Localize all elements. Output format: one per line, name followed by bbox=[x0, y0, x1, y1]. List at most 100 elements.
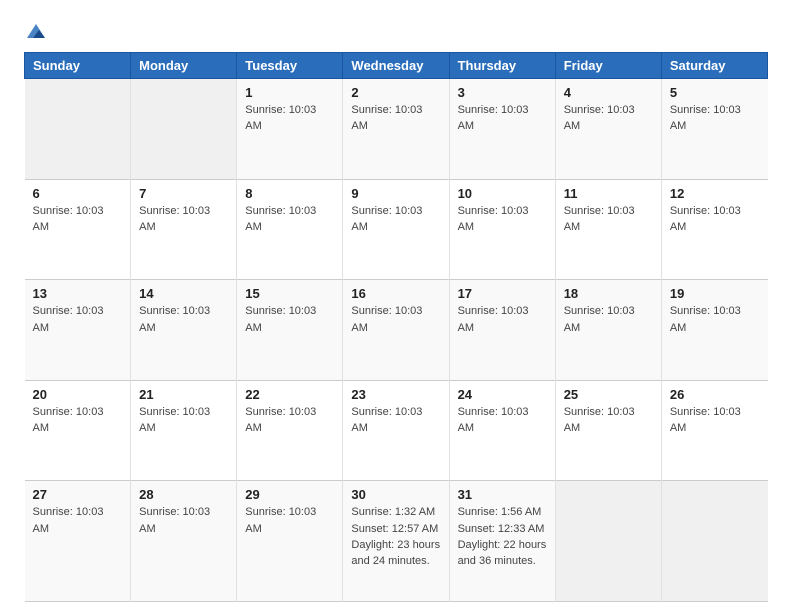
day-cell: 21 Sunrise: 10:03 AM bbox=[131, 380, 237, 481]
day-info: Sunrise: 10:03 AM bbox=[670, 305, 741, 333]
day-cell: 26Sunrise: 10:03 AM bbox=[661, 380, 767, 481]
day-cell: 23Sunrise: 10:03 AM bbox=[343, 380, 449, 481]
day-info: Sunrise: 10:03 AM bbox=[458, 104, 529, 132]
column-header-sunday: Sunday bbox=[25, 53, 131, 79]
logo bbox=[24, 20, 47, 42]
day-cell: 7 Sunrise: 10:03 AM bbox=[131, 179, 237, 280]
day-cell: 3 Sunrise: 10:03 AM bbox=[449, 79, 555, 180]
day-info: Sunrise: 10:03 AM bbox=[351, 205, 422, 233]
day-cell: 27 Sunrise: 10:03 AM bbox=[25, 481, 131, 602]
day-number: 3 bbox=[458, 85, 547, 100]
week-row-1: 1Sunrise: 10:03 AM2Sunrise: 10:03 AM3Sun… bbox=[25, 79, 768, 180]
day-cell bbox=[25, 79, 131, 180]
day-cell: 10Sunrise: 10:03 AM bbox=[449, 179, 555, 280]
week-row-5: 27Sunrise: 10:03 AM28Sunrise: 10:03 AM29… bbox=[25, 481, 768, 602]
day-info: Sunrise: 10:03 AM bbox=[564, 305, 635, 333]
day-number: 19 bbox=[670, 286, 760, 301]
day-number: 1 bbox=[245, 85, 334, 100]
day-cell: 6 Sunrise: 10:03 AM bbox=[25, 179, 131, 280]
day-cell bbox=[661, 481, 767, 602]
day-number: 31 bbox=[458, 487, 547, 502]
day-number: 26 bbox=[670, 387, 760, 402]
day-number: 21 bbox=[139, 387, 228, 402]
logo-icon bbox=[25, 20, 47, 42]
day-number: 17 bbox=[458, 286, 547, 301]
day-cell: 5 Sunrise: 10:03 AM bbox=[661, 79, 767, 180]
day-number: 11 bbox=[564, 186, 653, 201]
day-cell: 22 Sunrise: 10:03 AM bbox=[237, 380, 343, 481]
week-row-3: 13 Sunrise: 10:03 AM 14 Sunrise: 10:03 AM 15… bbox=[25, 280, 768, 381]
day-cell: 28Sunrise: 10:03 AM bbox=[131, 481, 237, 602]
day-cell: 1Sunrise: 10:03 AM bbox=[237, 79, 343, 180]
day-cell: 18 Sunrise: 10:03 AM bbox=[555, 280, 661, 381]
day-info: Sunrise: 10:03 AM bbox=[33, 205, 104, 233]
day-info: Sunrise: 10:03 AM bbox=[351, 104, 422, 132]
day-cell: 11 Sunrise: 10:03 AM bbox=[555, 179, 661, 280]
day-cell: 31 Sunrise: 1:56 AM Sunset: 12:33 AM Dayl… bbox=[449, 481, 555, 602]
day-info: Sunrise: 10:03 AM bbox=[139, 406, 210, 434]
day-info: Sunrise: 10:03 AM bbox=[139, 305, 210, 333]
day-cell: 4Sunrise: 10:03 AM bbox=[555, 79, 661, 180]
day-cell: 29 Sunrise: 10:03 AM bbox=[237, 481, 343, 602]
day-number: 30 bbox=[351, 487, 440, 502]
day-cell bbox=[555, 481, 661, 602]
day-info: Sunrise: 10:03 AM bbox=[670, 104, 741, 132]
day-number: 12 bbox=[670, 186, 760, 201]
column-header-friday: Friday bbox=[555, 53, 661, 79]
day-cell: 9 Sunrise: 10:03 AM bbox=[343, 179, 449, 280]
day-info: Sunrise: 10:03 AM bbox=[245, 506, 316, 534]
day-cell: 20 Sunrise: 10:03 AM bbox=[25, 380, 131, 481]
day-number: 25 bbox=[564, 387, 653, 402]
day-cell: 19 Sunrise: 10:03 AM bbox=[661, 280, 767, 381]
day-number: 2 bbox=[351, 85, 440, 100]
day-number: 10 bbox=[458, 186, 547, 201]
day-number: 16 bbox=[351, 286, 440, 301]
day-number: 22 bbox=[245, 387, 334, 402]
header bbox=[24, 20, 768, 42]
day-info: Sunrise: 1:56 AM Sunset: 12:33 AM Daylig… bbox=[458, 506, 547, 567]
day-info: Sunrise: 10:03 AM bbox=[564, 205, 635, 233]
day-info: Sunrise: 1:32 AM Sunset: 12:57 AM Daylig… bbox=[351, 506, 440, 567]
day-cell: 15Sunrise: 10:03 AM bbox=[237, 280, 343, 381]
day-cell: 25Sunrise: 10:03 AM bbox=[555, 380, 661, 481]
day-number: 6 bbox=[33, 186, 123, 201]
day-number: 18 bbox=[564, 286, 653, 301]
day-number: 24 bbox=[458, 387, 547, 402]
day-number: 23 bbox=[351, 387, 440, 402]
column-header-thursday: Thursday bbox=[449, 53, 555, 79]
day-cell: 13 Sunrise: 10:03 AM bbox=[25, 280, 131, 381]
day-number: 5 bbox=[670, 85, 760, 100]
day-info: Sunrise: 10:03 AM bbox=[351, 305, 422, 333]
page: SundayMondayTuesdayWednesdayThursdayFrid… bbox=[0, 0, 792, 612]
day-info: Sunrise: 10:03 AM bbox=[139, 506, 210, 534]
calendar-table: SundayMondayTuesdayWednesdayThursdayFrid… bbox=[24, 52, 768, 602]
day-cell: 17Sunrise: 10:03 AM bbox=[449, 280, 555, 381]
day-info: Sunrise: 10:03 AM bbox=[245, 205, 316, 233]
day-info: Sunrise: 10:03 AM bbox=[245, 406, 316, 434]
day-number: 29 bbox=[245, 487, 334, 502]
day-info: Sunrise: 10:03 AM bbox=[458, 406, 529, 434]
day-info: Sunrise: 10:03 AM bbox=[139, 205, 210, 233]
calendar-header-row: SundayMondayTuesdayWednesdayThursdayFrid… bbox=[25, 53, 768, 79]
column-header-wednesday: Wednesday bbox=[343, 53, 449, 79]
day-cell: 24 Sunrise: 10:03 AM bbox=[449, 380, 555, 481]
day-cell: 14 Sunrise: 10:03 AM bbox=[131, 280, 237, 381]
day-cell: 2 Sunrise: 10:03 AM bbox=[343, 79, 449, 180]
day-number: 27 bbox=[33, 487, 123, 502]
day-number: 4 bbox=[564, 85, 653, 100]
day-number: 14 bbox=[139, 286, 228, 301]
day-cell bbox=[131, 79, 237, 180]
day-number: 20 bbox=[33, 387, 123, 402]
day-info: Sunrise: 10:03 AM bbox=[33, 506, 104, 534]
day-info: Sunrise: 10:03 AM bbox=[33, 406, 104, 434]
day-number: 9 bbox=[351, 186, 440, 201]
day-number: 13 bbox=[33, 286, 123, 301]
day-number: 8 bbox=[245, 186, 334, 201]
column-header-monday: Monday bbox=[131, 53, 237, 79]
day-info: Sunrise: 10:03 AM bbox=[33, 305, 104, 333]
day-info: Sunrise: 10:03 AM bbox=[670, 205, 741, 233]
day-cell: 16 Sunrise: 10:03 AM bbox=[343, 280, 449, 381]
column-header-tuesday: Tuesday bbox=[237, 53, 343, 79]
day-number: 7 bbox=[139, 186, 228, 201]
day-cell: 12 Sunrise: 10:03 AM bbox=[661, 179, 767, 280]
